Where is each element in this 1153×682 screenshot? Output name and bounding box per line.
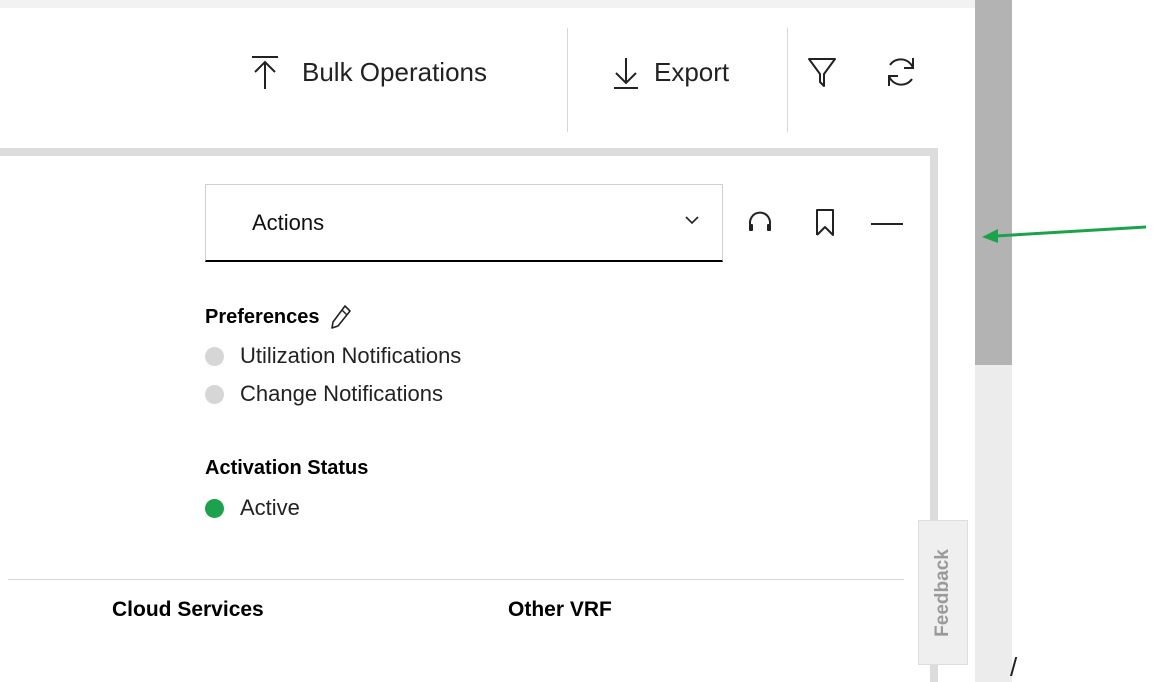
preferences-header: Preferences (205, 304, 352, 330)
top-strip (0, 0, 975, 8)
column-header-cloud-services: Cloud Services (112, 598, 264, 621)
filter-icon (806, 55, 838, 89)
bulk-operations-button[interactable]: Bulk Operations (250, 52, 487, 92)
activation-status-value: Active (240, 495, 300, 520)
minimize-button[interactable] (868, 212, 906, 236)
headset-icon (747, 210, 773, 236)
minimize-icon (869, 222, 905, 226)
scrollbar-thumb[interactable] (975, 0, 1012, 365)
preference-item-utilization[interactable]: Utilization Notifications (205, 342, 461, 370)
status-dot (205, 384, 224, 404)
filter-button[interactable] (804, 52, 840, 92)
status-dot-active (205, 498, 224, 518)
bookmark-icon (814, 207, 836, 237)
preference-label: Change Notifications (240, 381, 444, 406)
feedback-tab[interactable]: Feedback (918, 520, 968, 665)
refresh-button[interactable] (882, 52, 920, 92)
upload-arrow-icon (250, 54, 280, 90)
chevron-down-icon (684, 213, 700, 231)
toolbar-divider (787, 28, 788, 132)
export-button[interactable]: Export (612, 52, 729, 92)
preference-item-change[interactable]: Change Notifications (205, 380, 443, 408)
refresh-icon (883, 54, 919, 90)
screen: Bulk Operations Export Actions Preferenc… (0, 0, 1153, 682)
toolbar-divider (567, 28, 568, 132)
activation-status-title: Activation Status (205, 457, 369, 479)
bulk-operations-label: Bulk Operations (302, 56, 487, 87)
column-header-other-vrf: Other VRF (508, 598, 612, 621)
bookmark-button[interactable] (812, 206, 838, 238)
export-label: Export (654, 56, 730, 87)
preference-label: Utilization Notifications (240, 343, 462, 368)
annotation-arrow (982, 225, 1147, 243)
actions-dropdown-label: Actions (252, 209, 325, 235)
support-button[interactable] (746, 208, 774, 238)
preferences-title: Preferences (205, 305, 320, 328)
activation-status-row: Active (205, 494, 300, 522)
feedback-label: Feedback (932, 548, 953, 637)
actions-dropdown[interactable]: Actions (205, 184, 723, 262)
status-dot (205, 346, 224, 366)
section-divider (8, 579, 904, 580)
pencil-icon[interactable] (330, 304, 352, 330)
stray-slash-text: / (1010, 652, 1018, 682)
download-arrow-icon (612, 54, 640, 90)
